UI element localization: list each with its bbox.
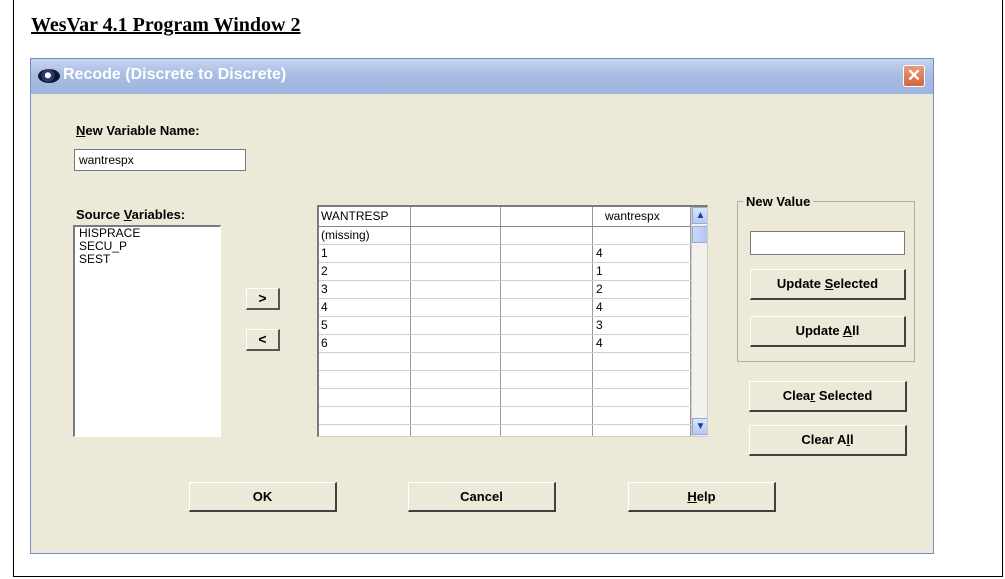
new-value-group-label: New Value — [743, 194, 814, 209]
document-title: WesVar 4.1 Program Window 2 — [31, 14, 301, 36]
new-variable-name-label: New Variable Name: — [76, 123, 200, 138]
label-part: ariables: — [131, 207, 186, 222]
label-part: Source — [76, 207, 124, 222]
clear-all-button[interactable]: Clear All — [749, 425, 907, 456]
wesvar-app-icon — [38, 69, 60, 83]
table-row[interactable]: 4 4 — [319, 299, 691, 317]
scroll-down-icon[interactable]: ▼ — [692, 418, 707, 435]
grid-cell: 4 — [596, 246, 603, 260]
button-label-part: Clea — [782, 388, 811, 403]
source-variables-list[interactable]: HISPRACE SECU_P SEST — [73, 225, 221, 437]
grid-header-cell[interactable]: WANTRESP — [321, 209, 389, 224]
help-button[interactable]: Help — [628, 482, 776, 512]
new-variable-name-input[interactable]: wantrespx — [74, 149, 246, 171]
button-label-part: ll — [852, 323, 860, 338]
recode-dialog: Recode (Discrete to Discrete) ✕ New Vari… — [30, 58, 934, 554]
table-row[interactable]: 6 4 — [319, 335, 691, 353]
table-row[interactable] — [319, 407, 691, 425]
button-label-part: Update — [776, 276, 825, 291]
table-row[interactable]: 2 1 — [319, 263, 691, 281]
grid-cell: 2 — [596, 282, 603, 296]
grid-cell: 3 — [321, 282, 328, 296]
button-accesskey: S — [824, 276, 834, 291]
move-left-button[interactable]: < — [246, 329, 280, 351]
scroll-up-icon[interactable]: ▲ — [692, 207, 707, 224]
grid-vertical-scrollbar[interactable]: ▲ ▼ — [691, 207, 707, 436]
recode-grid[interactable]: WANTRESP wantrespx (missing) 1 4 2 1 3 2… — [317, 205, 708, 437]
grid-header-row: WANTRESP wantrespx — [319, 207, 691, 227]
grid-cell: 5 — [321, 318, 328, 332]
grid-cell: 1 — [321, 246, 328, 260]
table-row[interactable] — [319, 371, 691, 389]
button-accesskey: A — [842, 323, 853, 338]
label-accesskey: N — [76, 123, 86, 138]
ok-button[interactable]: OK — [189, 482, 337, 512]
cancel-button[interactable]: Cancel — [408, 482, 556, 512]
window-title: Recode (Discrete to Discrete) — [63, 66, 287, 83]
grid-cell: 6 — [321, 336, 328, 350]
grid-header-cell[interactable]: wantrespx — [605, 209, 660, 224]
grid-cell: (missing) — [321, 228, 370, 242]
button-label-part: l — [850, 432, 854, 447]
button-accesskey: H — [687, 489, 697, 504]
update-all-button[interactable]: Update All — [750, 316, 906, 347]
button-label-part: Update — [795, 323, 843, 338]
table-row[interactable]: 1 4 — [319, 245, 691, 263]
label-accesskey: V — [123, 207, 132, 222]
title-bar[interactable]: Recode (Discrete to Discrete) ✕ — [31, 59, 933, 94]
button-label-part: elp — [696, 489, 716, 504]
grid-cell: 4 — [596, 336, 603, 350]
clear-selected-button[interactable]: Clear Selected — [749, 381, 907, 412]
grid-cell: 4 — [596, 300, 603, 314]
grid-cell: 2 — [321, 264, 328, 278]
new-value-input[interactable] — [750, 231, 905, 255]
table-row[interactable]: (missing) — [319, 227, 691, 245]
grid-cell: 4 — [321, 300, 328, 314]
table-row[interactable]: 3 2 — [319, 281, 691, 299]
button-label-part: Clear A — [801, 432, 847, 447]
scroll-thumb[interactable] — [692, 226, 707, 243]
grid-cell: 1 — [596, 264, 603, 278]
close-button[interactable]: ✕ — [903, 65, 925, 87]
update-selected-button[interactable]: Update Selected — [750, 269, 906, 300]
button-label-part: elected — [833, 276, 879, 291]
move-right-button[interactable]: > — [246, 288, 280, 310]
table-row[interactable]: 5 3 — [319, 317, 691, 335]
table-row[interactable] — [319, 389, 691, 407]
source-variables-label: Source Variables: — [76, 207, 185, 222]
button-label-part: Selected — [815, 388, 873, 403]
list-item[interactable]: SEST — [75, 253, 220, 266]
grid-cell: 3 — [596, 318, 603, 332]
label-part: ew Variable Name: — [85, 123, 200, 138]
table-row[interactable] — [319, 353, 691, 371]
